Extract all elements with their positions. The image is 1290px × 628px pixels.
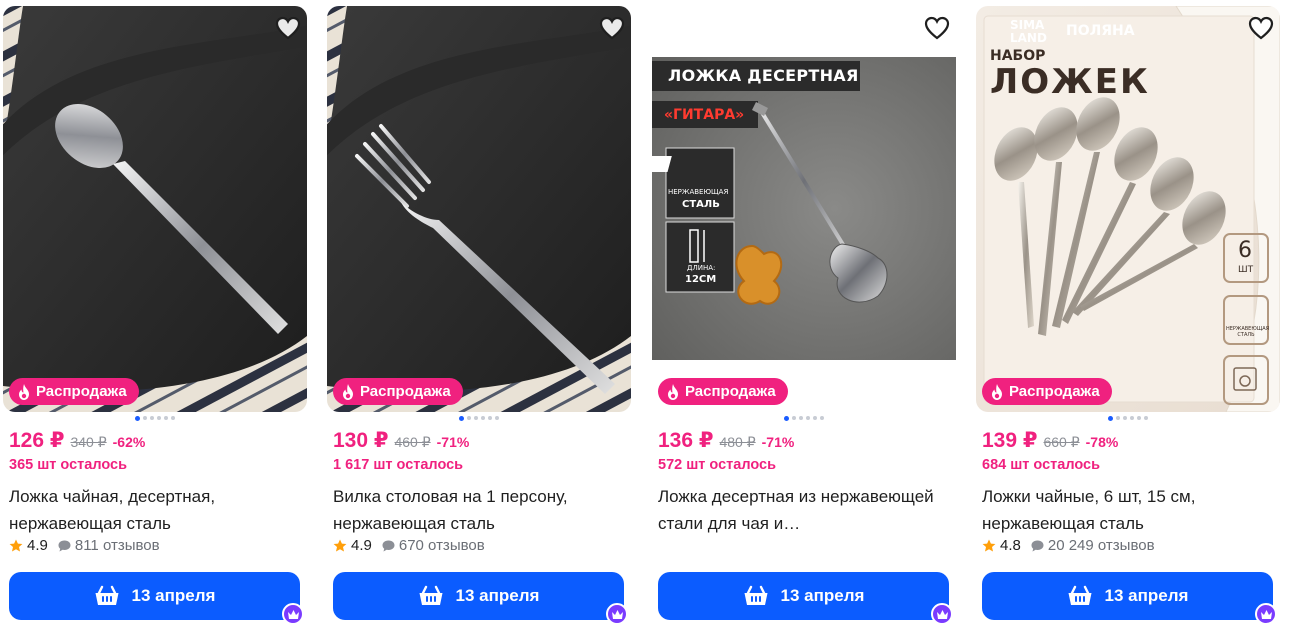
comment-icon <box>58 540 71 551</box>
sale-badge: Распродажа <box>9 378 139 405</box>
flame-icon <box>343 383 353 400</box>
flame-icon <box>992 383 1002 400</box>
image-material-line2: СТАЛЬ <box>682 199 720 210</box>
favorite-heart-icon[interactable] <box>599 16 625 40</box>
product-title[interactable]: Ложки чайные, 6 шт, 15 см, нержавеющая с… <box>982 483 1274 537</box>
crown-icon <box>931 603 953 625</box>
discount: -62% <box>112 434 146 450</box>
price: 136 ₽ <box>658 429 714 452</box>
add-to-cart-button[interactable]: 13 апреля <box>982 572 1273 620</box>
flame-icon <box>19 383 29 400</box>
sale-badge: Распродажа <box>333 378 463 405</box>
image-length-line2: 12СМ <box>685 274 717 285</box>
discount: -71% <box>436 434 470 450</box>
sale-badge: Распродажа <box>982 378 1112 405</box>
favorite-heart-icon[interactable] <box>1248 16 1274 40</box>
rating-value: 4.9 <box>27 537 48 554</box>
photo-pagination[interactable] <box>652 416 956 421</box>
star-icon <box>982 539 996 551</box>
delivery-date: 13 апреля <box>455 586 540 605</box>
rating-row: 4.9 670 отзывов <box>333 537 485 554</box>
price-row: 126 ₽ 340 ₽ -62% <box>9 428 145 453</box>
reviews-count[interactable]: 670 отзывов <box>399 537 485 554</box>
price: 130 ₽ <box>333 429 389 452</box>
comment-icon <box>1031 540 1044 551</box>
product-title[interactable]: Ложка чайная, десертная, нержавеющая ста… <box>9 483 301 537</box>
rating-row: 4.9 811 отзывов <box>9 537 160 554</box>
product-card[interactable]: ЛОЖКА ДЕСЕРТНАЯ «ГИТАРА» НЕРЖАВЕЮЩАЯ СТА… <box>652 6 957 628</box>
sale-badge-label: Распродажа <box>1009 383 1100 400</box>
image-subtitle: «ГИТАРА» <box>664 107 745 123</box>
discount: -71% <box>761 434 795 450</box>
sale-badge-label: Распродажа <box>685 383 776 400</box>
sale-badge: Распродажа <box>658 378 788 405</box>
product-photo[interactable]: Распродажа <box>3 6 307 412</box>
sale-badge-label: Распродажа <box>360 383 451 400</box>
brand-line1: SIMA <box>1010 18 1045 32</box>
product-photo[interactable]: SIMA LAND ПОЛЯНА НАБОР ЛОЖЕК 6 ШТ НЕРЖАВ… <box>976 6 1280 412</box>
add-to-cart-button[interactable]: 13 апреля <box>658 572 949 620</box>
image-length-line1: ДЛИНА: <box>687 264 716 272</box>
add-to-cart-button[interactable]: 13 апреля <box>9 572 300 620</box>
reviews-count[interactable]: 20 249 отзывов <box>1048 537 1155 554</box>
product-photo[interactable]: Распродажа <box>327 6 631 412</box>
add-to-cart-button[interactable]: 13 апреля <box>333 572 624 620</box>
product-title[interactable]: Ложка десертная из нержавеющей стали для… <box>658 483 950 537</box>
reviews-count[interactable]: 811 отзывов <box>75 537 160 554</box>
price: 139 ₽ <box>982 429 1038 452</box>
rating-value: 4.8 <box>1000 537 1021 554</box>
basket-icon <box>1068 585 1092 605</box>
crown-icon <box>282 603 304 625</box>
discount: -78% <box>1085 434 1119 450</box>
old-price: 340 ₽ <box>70 434 107 450</box>
favorite-heart-icon[interactable] <box>924 16 950 40</box>
favorite-heart-icon[interactable] <box>275 16 301 40</box>
photo-pagination[interactable] <box>3 416 307 421</box>
product-title[interactable]: Вилка столовая на 1 персону, нержавеющая… <box>333 483 625 537</box>
product-image-spoon <box>3 6 307 412</box>
flame-icon <box>668 383 678 400</box>
product-card[interactable]: Распродажа 126 ₽ 340 ₽ -62% 365 шт остал… <box>3 6 308 628</box>
star-icon <box>9 539 23 551</box>
brand-right: ПОЛЯНА <box>1066 23 1135 39</box>
stock-left: 572 шт осталось <box>658 457 776 473</box>
crown-icon <box>1255 603 1277 625</box>
price-row: 130 ₽ 460 ₽ -71% <box>333 428 469 453</box>
image-material-line1: НЕРЖАВЕЮЩАЯ <box>668 188 729 196</box>
photo-pagination[interactable] <box>327 416 631 421</box>
rating-row: 4.8 20 249 отзывов <box>982 537 1155 554</box>
old-price: 460 ₽ <box>394 434 431 450</box>
price: 126 ₽ <box>9 429 65 452</box>
product-card[interactable]: SIMA LAND ПОЛЯНА НАБОР ЛОЖЕК 6 ШТ НЕРЖАВ… <box>976 6 1281 628</box>
stock-left: 684 шт осталось <box>982 457 1100 473</box>
image-headline-big: ЛОЖЕК <box>990 62 1150 102</box>
old-price: 480 ₽ <box>719 434 756 450</box>
price-row: 136 ₽ 480 ₽ -71% <box>658 428 794 453</box>
brand-line2: LAND <box>1010 31 1047 45</box>
price-row: 139 ₽ 660 ₽ -78% <box>982 428 1118 453</box>
image-headline: ЛОЖКА ДЕСЕРТНАЯ <box>668 66 859 85</box>
basket-icon <box>744 585 768 605</box>
delivery-date: 13 апреля <box>780 586 865 605</box>
sale-badge-label: Распродажа <box>36 383 127 400</box>
material-label: НЕРЖАВЕЮЩАЯ СТАЛЬ <box>1226 326 1270 338</box>
rating-value: 4.9 <box>351 537 372 554</box>
count-unit: ШТ <box>1238 265 1254 275</box>
basket-icon <box>95 585 119 605</box>
old-price: 660 ₽ <box>1043 434 1080 450</box>
basket-icon <box>419 585 443 605</box>
delivery-date: 13 апреля <box>131 586 216 605</box>
comment-icon <box>382 540 395 551</box>
star-icon <box>333 539 347 551</box>
stock-left: 1 617 шт осталось <box>333 457 464 473</box>
crown-icon <box>606 603 628 625</box>
delivery-date: 13 апреля <box>1104 586 1189 605</box>
product-image-fork <box>327 6 631 412</box>
product-card[interactable]: Распродажа 130 ₽ 460 ₽ -71% 1 617 шт ост… <box>327 6 632 628</box>
product-photo[interactable]: ЛОЖКА ДЕСЕРТНАЯ «ГИТАРА» НЕРЖАВЕЮЩАЯ СТА… <box>652 6 956 412</box>
stock-left: 365 шт осталось <box>9 457 127 473</box>
count-number: 6 <box>1238 238 1252 263</box>
photo-pagination[interactable] <box>976 416 1280 421</box>
